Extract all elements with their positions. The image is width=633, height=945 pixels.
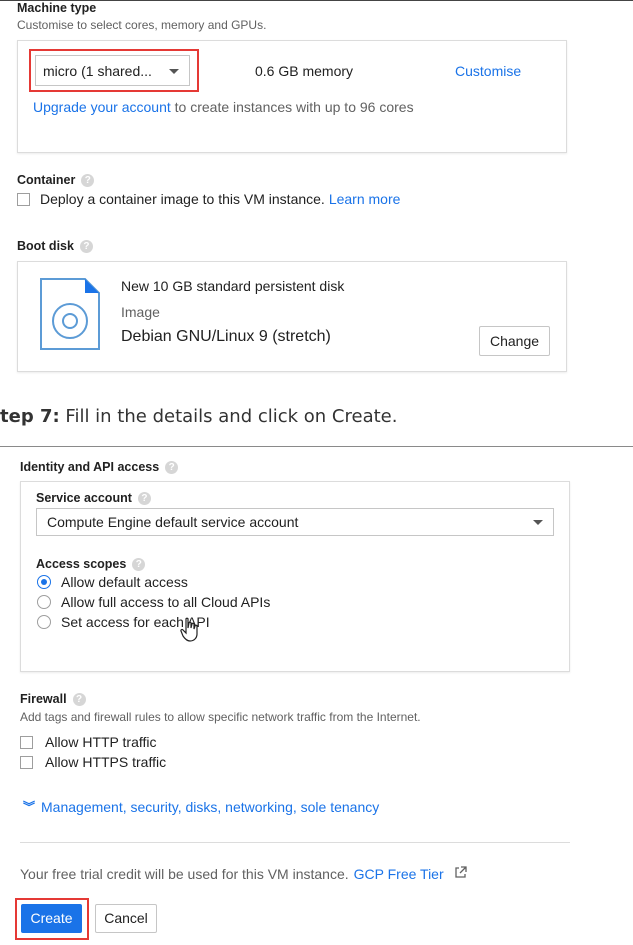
image-label: Image xyxy=(121,304,160,320)
http-label: Allow HTTP traffic xyxy=(45,734,157,750)
container-checkbox-label: Deploy a container image to this VM inst… xyxy=(40,191,325,207)
learn-more-link[interactable]: Learn more xyxy=(329,191,401,207)
https-option: Allow HTTPS traffic xyxy=(20,754,166,770)
disk-name: New 10 GB standard persistent disk xyxy=(121,278,345,294)
management-expander[interactable]: ︾ Management, security, disks, networkin… xyxy=(23,798,379,815)
chevron-down-icon xyxy=(169,69,179,74)
access-scopes-label: Access scopes xyxy=(36,557,127,571)
service-account-select[interactable]: Compute Engine default service account xyxy=(36,508,554,536)
access-scopes-label-row: Access scopes? xyxy=(36,557,146,572)
container-option: Deploy a container image to this VM inst… xyxy=(17,191,400,207)
free-trial-row: Your free trial credit will be used for … xyxy=(20,866,467,882)
service-account-label: Service account xyxy=(36,491,132,505)
service-account-value: Compute Engine default service account xyxy=(47,514,299,530)
https-label: Allow HTTPS traffic xyxy=(45,754,167,770)
machine-type-select[interactable]: micro (1 shared... xyxy=(35,55,190,86)
help-icon[interactable]: ? xyxy=(165,461,179,475)
upgrade-account-link[interactable]: Upgrade your account xyxy=(33,99,171,115)
upgrade-rest-text: to create instances with up to 96 cores xyxy=(170,99,414,115)
help-icon[interactable]: ? xyxy=(137,492,151,506)
machine-type-select-value: micro (1 shared... xyxy=(43,62,152,79)
help-icon[interactable]: ? xyxy=(81,174,95,188)
double-chevron-down-icon: ︾ xyxy=(23,800,36,814)
service-account-label-row: Service account? xyxy=(36,491,151,506)
step-text: Fill in the details and click on Create. xyxy=(59,406,398,427)
identity-title: Identity and API access xyxy=(20,460,160,474)
divider xyxy=(20,842,570,843)
divider xyxy=(0,446,633,447)
help-icon[interactable]: ? xyxy=(79,240,93,254)
scope-option-default[interactable]: Allow default access xyxy=(37,574,188,590)
http-checkbox[interactable] xyxy=(20,735,33,749)
hand-cursor-icon xyxy=(180,617,200,648)
container-title-row: Container? xyxy=(17,173,95,188)
https-checkbox[interactable] xyxy=(20,755,33,769)
firewall-title-row: Firewall? xyxy=(20,692,86,707)
chevron-down-icon xyxy=(533,520,543,525)
step-label: tep 7: xyxy=(0,406,60,427)
memory-value: 0.6 GB memory xyxy=(255,63,354,79)
external-link-icon[interactable] xyxy=(454,866,467,882)
firewall-title: Firewall xyxy=(20,692,67,706)
boot-disk-title: Boot disk xyxy=(17,239,74,253)
machine-type-title: Machine type xyxy=(17,1,97,15)
step-instruction: tep 7: Fill in the details and click on … xyxy=(0,406,397,427)
image-name: Debian GNU/Linux 9 (stretch) xyxy=(121,328,331,345)
upgrade-line: Upgrade your account to create instances… xyxy=(33,99,414,115)
container-checkbox[interactable] xyxy=(17,192,30,206)
firewall-subtitle: Add tags and firewall rules to allow spe… xyxy=(20,710,421,724)
free-trial-text: Your free trial credit will be used for … xyxy=(20,866,349,882)
help-icon[interactable]: ? xyxy=(132,558,146,572)
cancel-button[interactable]: Cancel xyxy=(95,904,157,933)
scope-label-full: Allow full access to all Cloud APIs xyxy=(61,594,271,610)
container-title: Container xyxy=(17,173,76,187)
disk-icon xyxy=(39,277,101,356)
scope-radio-default[interactable] xyxy=(37,575,51,589)
change-button[interactable]: Change xyxy=(479,326,550,356)
http-option: Allow HTTP traffic xyxy=(20,734,157,750)
scope-option-full[interactable]: Allow full access to all Cloud APIs xyxy=(37,594,270,610)
machine-type-subtitle: Customise to select cores, memory and GP… xyxy=(17,18,267,32)
free-tier-link[interactable]: GCP Free Tier xyxy=(354,866,444,882)
scope-radio-each[interactable] xyxy=(37,615,51,629)
scope-radio-full[interactable] xyxy=(37,595,51,609)
help-icon[interactable]: ? xyxy=(72,693,86,707)
identity-title-row: Identity and API access? xyxy=(20,460,179,475)
management-link[interactable]: Management, security, disks, networking,… xyxy=(41,799,379,815)
boot-disk-title-row: Boot disk? xyxy=(17,239,93,254)
create-button[interactable]: Create xyxy=(21,904,82,933)
scope-label-default: Allow default access xyxy=(61,574,188,590)
customise-link[interactable]: Customise xyxy=(455,63,521,79)
